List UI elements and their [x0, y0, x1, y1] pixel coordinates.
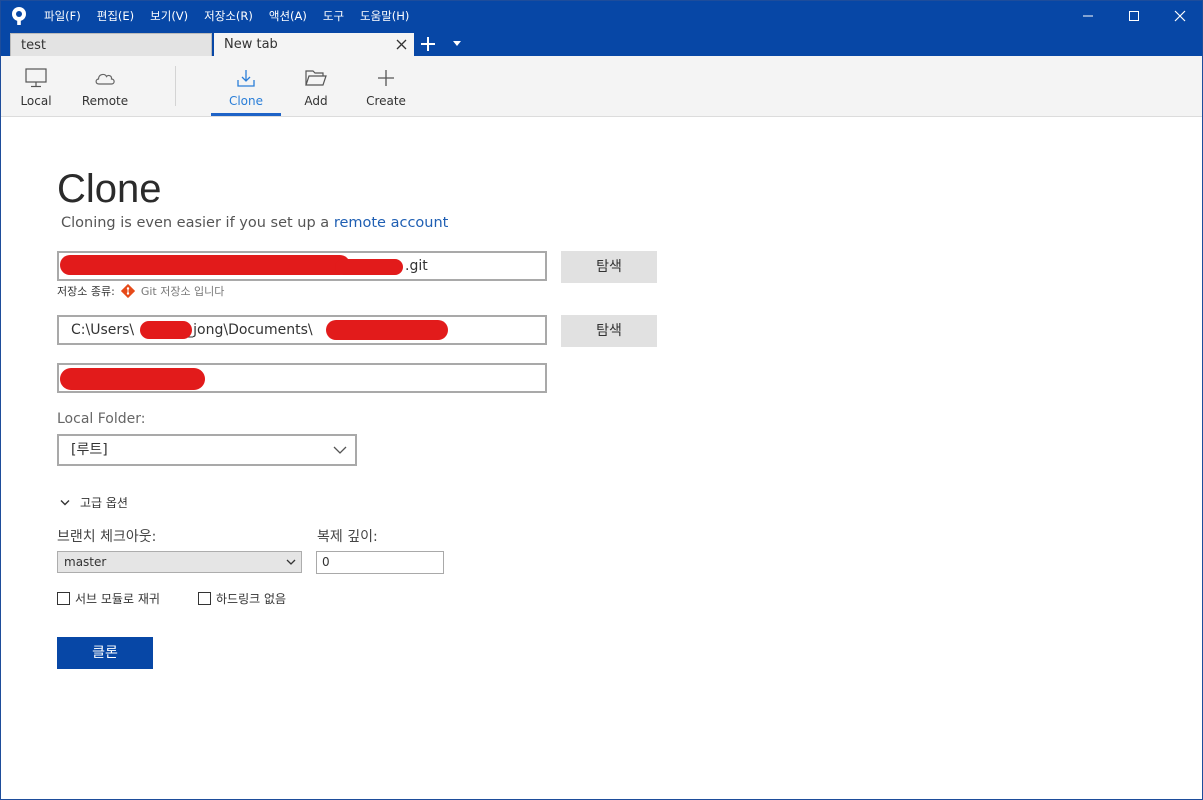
chevron-down-icon [286, 559, 296, 565]
tab-label: New tab [224, 37, 278, 52]
branch-select[interactable]: master [57, 551, 302, 573]
no-hardlinks-option[interactable]: 하드링크 없음 [198, 590, 286, 607]
dest-path-mid: _jong\Documents\ [186, 322, 313, 338]
recurse-submodules-label: 서브 모듈로 재귀 [75, 592, 160, 606]
create-toolbar-button[interactable]: Create [351, 56, 421, 116]
clone-depth-label: 복제 깊이: [317, 529, 378, 545]
chevron-down-icon [333, 446, 347, 454]
no-hardlinks-checkbox[interactable] [198, 592, 211, 605]
advanced-options-toggle[interactable]: 고급 옵션 [60, 494, 128, 511]
local-label: Local [20, 94, 52, 108]
add-label: Add [304, 94, 328, 108]
subtitle: Cloning is even easier if you set up a r… [61, 215, 448, 231]
clone-toolbar-button[interactable]: Clone [211, 56, 281, 116]
destination-path-input[interactable]: C:\Users\_jong\Documents\t [57, 315, 547, 345]
redaction-mark [60, 368, 205, 390]
dest-path-prefix: C:\Users\ [71, 322, 135, 338]
sourcetree-logo-icon [12, 7, 26, 25]
redaction-mark [60, 255, 350, 275]
minimize-icon [1083, 15, 1093, 17]
menu-actions[interactable]: 액션(A) [261, 0, 315, 32]
toolbar: Local Remote Clone Add Create [0, 56, 1203, 117]
menu-tools[interactable]: 도구 [315, 0, 352, 32]
menu-bar: 파일(F) 편집(E) 보기(V) 저장소(R) 액션(A) 도구 도움말(H) [36, 0, 417, 32]
git-icon [120, 284, 135, 298]
local-folder-label: Local Folder: [57, 411, 146, 427]
remote-label: Remote [81, 94, 129, 108]
repo-type-value: Git 저장소 입니다 [140, 285, 225, 298]
tab-test[interactable]: test [10, 33, 212, 56]
no-hardlinks-label: 하드링크 없음 [216, 592, 287, 606]
advanced-options-label: 고급 옵션 [80, 496, 128, 510]
clone-depth-input[interactable]: 0 [316, 551, 444, 574]
local-folder-value: [루트] [71, 442, 108, 458]
browse-destination-button[interactable]: 탐색 [561, 315, 657, 347]
caret-down-icon [453, 41, 461, 46]
add-toolbar-button[interactable]: Add [281, 56, 351, 116]
tab-strip: test New tab [0, 32, 1203, 56]
window-border [0, 0, 1203, 800]
menu-view[interactable]: 보기(V) [142, 0, 196, 32]
chevron-down-icon [60, 499, 70, 505]
redaction-mark [335, 259, 403, 275]
minimize-button[interactable] [1065, 0, 1111, 32]
redaction-mark [140, 321, 192, 339]
menu-repository[interactable]: 저장소(R) [196, 0, 261, 32]
menu-edit[interactable]: 편집(E) [89, 0, 142, 32]
close-window-button[interactable] [1157, 0, 1203, 32]
recurse-submodules-option[interactable]: 서브 모듈로 재귀 [57, 590, 160, 607]
window-controls [1065, 0, 1203, 32]
maximize-icon [1129, 11, 1139, 21]
branch-value: master [64, 555, 107, 569]
clone-label: Clone [228, 94, 264, 108]
maximize-button[interactable] [1111, 0, 1157, 32]
close-tab-button[interactable] [394, 33, 408, 56]
create-label: Create [366, 94, 406, 108]
remote-account-link[interactable]: remote account [334, 215, 449, 231]
repo-type-row: 저장소 종류: Git 저장소 입니다 [57, 283, 224, 299]
clone-button[interactable]: 클론 [57, 637, 153, 669]
redaction-mark [326, 320, 448, 340]
toolbar-divider [175, 66, 176, 106]
menu-help[interactable]: 도움말(H) [352, 0, 417, 32]
plus-icon [378, 70, 394, 86]
local-folder-select[interactable]: [루트] [57, 434, 357, 466]
page-title: Clone [57, 167, 162, 211]
title-bar: 파일(F) 편집(E) 보기(V) 저장소(R) 액션(A) 도구 도움말(H) [0, 0, 1203, 32]
cloud-icon [95, 73, 115, 85]
local-button[interactable]: Local [1, 56, 71, 116]
remote-button[interactable]: Remote [70, 56, 140, 116]
recurse-submodules-checkbox[interactable] [57, 592, 70, 605]
close-icon [1174, 10, 1186, 22]
monitor-icon [25, 68, 47, 88]
branch-checkout-label: 브랜치 체크아웃: [57, 529, 157, 545]
download-icon [237, 70, 255, 87]
repo-type-label: 저장소 종류: [57, 285, 115, 298]
source-url-visible-text: .git [405, 258, 428, 274]
subtitle-text: Cloning is even easier if you set up a [61, 215, 334, 231]
tab-new-tab[interactable]: New tab [214, 33, 414, 56]
tab-list-dropdown[interactable] [450, 34, 464, 54]
new-tab-button[interactable] [418, 34, 438, 54]
plus-icon [421, 37, 435, 51]
menu-file[interactable]: 파일(F) [36, 0, 89, 32]
active-tab-indicator [211, 113, 281, 116]
tab-label: test [21, 38, 46, 53]
browse-source-button[interactable]: 탐색 [561, 251, 657, 283]
close-icon [396, 39, 406, 50]
folder-open-icon [305, 70, 327, 86]
